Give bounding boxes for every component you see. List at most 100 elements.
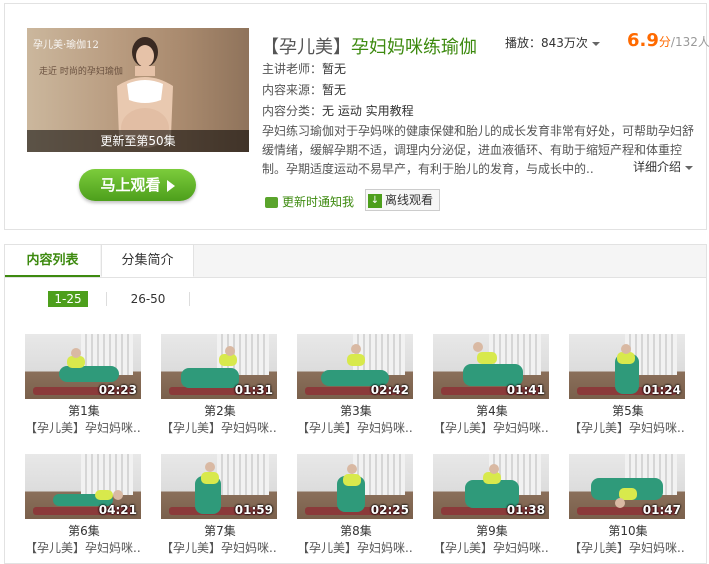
episode-item[interactable]: 01:38 第9集 【孕儿美】孕妇妈咪..: [433, 454, 551, 556]
episode-number[interactable]: 第6集: [25, 524, 143, 539]
episode-number[interactable]: 第1集: [25, 404, 143, 419]
episode-duration: 02:25: [370, 503, 409, 517]
play-count-label: 播放：: [505, 36, 542, 50]
episode-thumbnail[interactable]: 01:47: [569, 454, 685, 519]
episode-number[interactable]: 第7集: [161, 524, 279, 539]
meta-source: 内容来源：暂无: [262, 81, 346, 98]
meta-teacher-value: 暂无: [322, 62, 347, 76]
episode-number[interactable]: 第4集: [433, 404, 551, 419]
thumbnail-figure-top: [347, 354, 365, 366]
series-title-name[interactable]: 孕妇妈咪练瑜伽: [351, 37, 477, 58]
episode-title[interactable]: 【孕儿美】孕妇妈咪..: [297, 420, 415, 436]
episode-item[interactable]: 01:31 第2集 【孕儿美】孕妇妈咪..: [161, 334, 279, 436]
series-info-panel: 孕儿美·瑜伽12 走近 时尚的孕妇瑜伽 更新至第50集 马上观看 【孕儿美】孕妇…: [4, 3, 709, 230]
episode-list-panel: 内容列表 分集简介 1-25 26-50 02:23 第1集 【孕儿美】孕妇妈咪..…: [4, 244, 707, 564]
more-details-link[interactable]: 详细介绍: [633, 158, 694, 175]
episode-thumbnail[interactable]: 04:21: [25, 454, 141, 519]
notify-on-update-button[interactable]: 更新时通知我: [265, 193, 354, 210]
episode-thumbnail[interactable]: 02:25: [297, 454, 413, 519]
meta-teacher: 主讲老师：暂无: [262, 60, 346, 77]
chevron-down-icon: [591, 41, 600, 46]
thumbnail-figure: [181, 368, 239, 388]
thumbnail-figure-head: [205, 462, 215, 472]
watch-now-label: 马上观看: [100, 176, 161, 194]
thumbnail-figure-head: [615, 498, 625, 508]
thumbnail-figure-head: [621, 344, 631, 354]
cover-subtitle: 走近 时尚的孕妇瑜伽: [39, 67, 123, 77]
speaker-icon: [265, 197, 278, 208]
thumbnail-figure-head: [71, 348, 81, 358]
episode-duration: 02:23: [98, 383, 137, 397]
thumbnail-figure-head: [113, 490, 123, 500]
episode-title[interactable]: 【孕儿美】孕妇妈咪..: [25, 420, 143, 436]
episode-number[interactable]: 第5集: [569, 404, 687, 419]
watch-now-button[interactable]: 马上观看: [79, 169, 196, 201]
tab-episode-summary[interactable]: 分集简介: [101, 245, 194, 277]
episode-thumbnail[interactable]: 01:24: [569, 334, 685, 399]
tab-content-list[interactable]: 内容列表: [5, 245, 100, 277]
play-count-value: 843万次: [541, 36, 588, 50]
thumbnail-curtain: [217, 454, 269, 495]
episode-title[interactable]: 【孕儿美】孕妇妈咪..: [297, 540, 415, 556]
episode-duration: 02:42: [370, 383, 409, 397]
episode-item[interactable]: 01:47 第10集 【孕儿美】孕妇妈咪..: [569, 454, 687, 556]
thumbnail-figure-top: [95, 490, 113, 500]
thumbnail-figure-head: [347, 464, 357, 474]
thumbnail-figure-top: [343, 474, 361, 486]
meta-source-value: 暂无: [322, 83, 347, 97]
episode-number[interactable]: 第2集: [161, 404, 279, 419]
notify-label: 更新时通知我: [282, 195, 355, 209]
episode-item[interactable]: 01:24 第5集 【孕儿美】孕妇妈咪..: [569, 334, 687, 436]
episode-title[interactable]: 【孕儿美】孕妇妈咪..: [433, 420, 551, 436]
thumbnail-figure-head: [351, 344, 361, 354]
episode-item[interactable]: 02:25 第8集 【孕儿美】孕妇妈咪..: [297, 454, 415, 556]
meta-category-value[interactable]: 无 运动 实用教程: [322, 104, 414, 118]
rating-count: /132人: [670, 35, 709, 49]
episode-duration: 01:47: [642, 503, 681, 517]
play-count[interactable]: 播放：843万次: [505, 34, 600, 51]
meta-source-label: 内容来源：: [262, 83, 323, 97]
episode-thumbnail[interactable]: 01:41: [433, 334, 549, 399]
thumbnail-figure-head: [225, 346, 235, 356]
series-title-prefix: 【孕儿美】: [261, 37, 351, 58]
offline-label: 离线观看: [385, 193, 434, 207]
episode-thumbnail[interactable]: 01:31: [161, 334, 277, 399]
episode-thumbnail[interactable]: 02:42: [297, 334, 413, 399]
episode-title[interactable]: 【孕儿美】孕妇妈咪..: [569, 540, 687, 556]
episode-item[interactable]: 02:23 第1集 【孕儿美】孕妇妈咪..: [25, 334, 143, 436]
episode-title[interactable]: 【孕儿美】孕妇妈咪..: [161, 540, 279, 556]
series-cover-image[interactable]: 孕儿美·瑜伽12 走近 时尚的孕妇瑜伽 更新至第50集: [27, 28, 249, 152]
episode-number[interactable]: 第10集: [569, 524, 687, 539]
episode-thumbnail[interactable]: 01:38: [433, 454, 549, 519]
episode-title[interactable]: 【孕儿美】孕妇妈咪..: [569, 420, 687, 436]
meta-teacher-label: 主讲老师：: [262, 62, 323, 76]
page-range-26-50[interactable]: 26-50: [123, 291, 173, 307]
episode-item[interactable]: 01:41 第4集 【孕儿美】孕妇妈咪..: [433, 334, 551, 436]
episode-thumbnail[interactable]: 02:23: [25, 334, 141, 399]
episode-item[interactable]: 02:42 第3集 【孕儿美】孕妇妈咪..: [297, 334, 415, 436]
update-status-banner: 更新至第50集: [27, 130, 249, 152]
offline-watch-button[interactable]: ↓ 离线观看: [365, 189, 441, 211]
download-icon: ↓: [368, 193, 382, 208]
episode-number[interactable]: 第8集: [297, 524, 415, 539]
page-range-1-25[interactable]: 1-25: [48, 291, 88, 307]
episode-title[interactable]: 【孕儿美】孕妇妈咪..: [161, 420, 279, 436]
thumbnail-figure-top: [477, 352, 497, 364]
pager-divider: [106, 292, 107, 306]
series-title: 【孕儿美】孕妇妈咪练瑜伽: [261, 33, 477, 59]
thumbnail-figure-head: [473, 342, 483, 352]
episode-number[interactable]: 第3集: [297, 404, 415, 419]
episode-item[interactable]: 01:59 第7集 【孕儿美】孕妇妈咪..: [161, 454, 279, 556]
episode-duration: 04:21: [98, 503, 137, 517]
episode-duration: 01:24: [642, 383, 681, 397]
episode-duration: 01:41: [506, 383, 545, 397]
episode-duration: 01:31: [234, 383, 273, 397]
episode-thumbnail[interactable]: 01:59: [161, 454, 277, 519]
tab-bar: 内容列表 分集简介: [5, 245, 706, 278]
episode-title[interactable]: 【孕儿美】孕妇妈咪..: [433, 540, 551, 556]
thumbnail-figure: [59, 366, 119, 382]
episode-item[interactable]: 04:21 第6集 【孕儿美】孕妇妈咪..: [25, 454, 143, 556]
cover-overlay-text: 孕儿美·瑜伽12: [33, 40, 99, 51]
episode-number[interactable]: 第9集: [433, 524, 551, 539]
episode-title[interactable]: 【孕儿美】孕妇妈咪..: [25, 540, 143, 556]
